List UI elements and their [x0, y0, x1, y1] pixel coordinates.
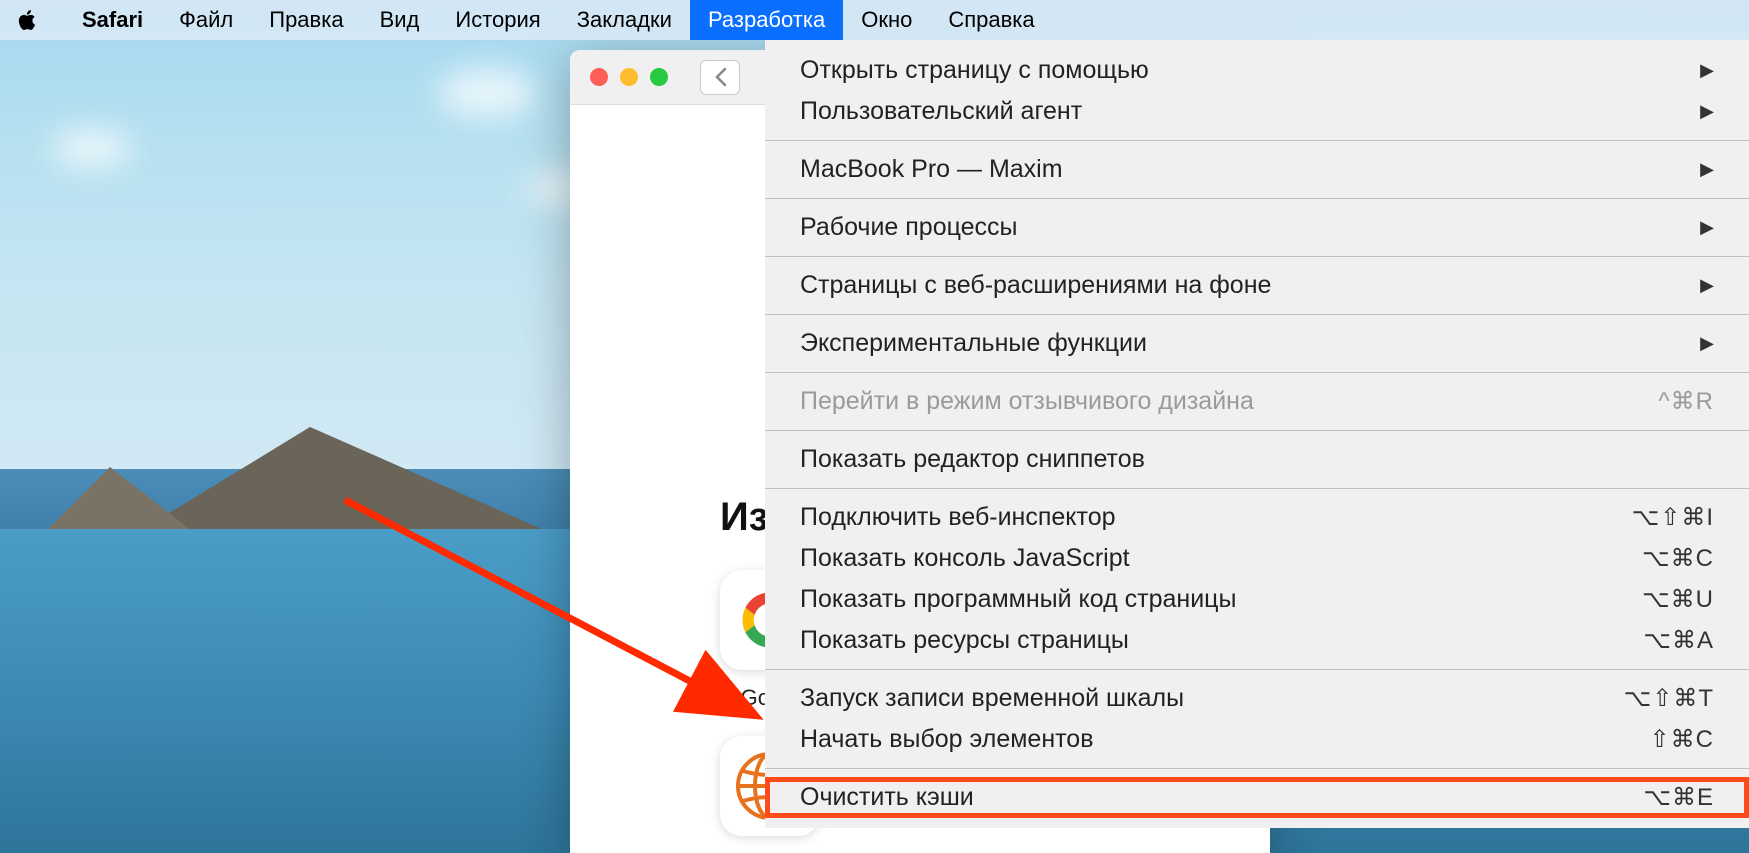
- menu-shortcut: ⌥⌘E: [1643, 783, 1714, 812]
- menu-connect-web-inspector[interactable]: Подключить веб-инспектор ⌥⇧⌘I: [765, 497, 1749, 538]
- chevron-left-icon: [713, 67, 727, 87]
- menu-device[interactable]: MacBook Pro — Maxim ▶: [765, 149, 1749, 190]
- menu-shortcut: ⌥⌘A: [1643, 626, 1714, 655]
- menu-item-label: Показать консоль JavaScript: [800, 544, 1130, 573]
- menu-divider: [765, 198, 1749, 199]
- menu-empty-caches[interactable]: Очистить кэши ⌥⌘E: [765, 777, 1749, 818]
- menubar-file[interactable]: Файл: [161, 0, 251, 40]
- menu-snippet-editor[interactable]: Показать редактор сниппетов: [765, 439, 1749, 480]
- menu-show-page-resources[interactable]: Показать ресурсы страницы ⌥⌘A: [765, 620, 1749, 661]
- minimize-window-button[interactable]: [620, 68, 638, 86]
- menu-user-agent[interactable]: Пользовательский агент ▶: [765, 91, 1749, 132]
- menu-shortcut: ⌥⌘U: [1642, 585, 1714, 614]
- maximize-window-button[interactable]: [650, 68, 668, 86]
- menu-item-label: Показать программный код страницы: [800, 585, 1236, 614]
- menu-divider: [765, 768, 1749, 769]
- chevron-right-icon: ▶: [1700, 101, 1714, 122]
- menubar-help[interactable]: Справка: [930, 0, 1052, 40]
- menu-divider: [765, 140, 1749, 141]
- develop-dropdown-menu: Открыть страницу с помощью ▶ Пользовател…: [765, 40, 1749, 828]
- menubar-bookmarks[interactable]: Закладки: [559, 0, 690, 40]
- traffic-lights: [590, 68, 668, 86]
- close-window-button[interactable]: [590, 68, 608, 86]
- menu-divider: [765, 314, 1749, 315]
- menubar-edit[interactable]: Правка: [251, 0, 361, 40]
- menu-item-label: Открыть страницу с помощью: [800, 56, 1149, 85]
- menubar-window[interactable]: Окно: [843, 0, 930, 40]
- back-button[interactable]: [700, 60, 740, 95]
- menu-shortcut: ⌥⌘C: [1642, 544, 1714, 573]
- menubar-view[interactable]: Вид: [362, 0, 438, 40]
- menu-shortcut: ⇧⌘C: [1650, 725, 1714, 754]
- menu-experimental-features[interactable]: Экспериментальные функции ▶: [765, 323, 1749, 364]
- menu-item-label: Подключить веб-инспектор: [800, 503, 1116, 532]
- menu-item-label: Перейти в режим отзывчивого дизайна: [800, 387, 1254, 416]
- menubar-develop[interactable]: Разработка: [690, 0, 843, 40]
- menu-show-js-console[interactable]: Показать консоль JavaScript ⌥⌘C: [765, 538, 1749, 579]
- menu-shortcut: ⌥⇧⌘T: [1624, 684, 1714, 713]
- menu-divider: [765, 430, 1749, 431]
- menu-divider: [765, 488, 1749, 489]
- menu-item-label: Рабочие процессы: [800, 213, 1018, 242]
- menu-service-workers[interactable]: Рабочие процессы ▶: [765, 207, 1749, 248]
- chevron-right-icon: ▶: [1700, 217, 1714, 238]
- chevron-right-icon: ▶: [1700, 333, 1714, 354]
- menu-item-label: Экспериментальные функции: [800, 329, 1147, 358]
- menu-shortcut: ^⌘R: [1658, 387, 1714, 416]
- apple-logo-icon[interactable]: [15, 8, 39, 32]
- chevron-right-icon: ▶: [1700, 275, 1714, 296]
- menu-divider: [765, 372, 1749, 373]
- menu-extension-bg-pages[interactable]: Страницы с веб-расширениями на фоне ▶: [765, 265, 1749, 306]
- chevron-right-icon: ▶: [1700, 159, 1714, 180]
- menu-item-label: Показать редактор сниппетов: [800, 445, 1145, 474]
- menubar-history[interactable]: История: [437, 0, 558, 40]
- menu-start-timeline-recording[interactable]: Запуск записи временной шкалы ⌥⇧⌘T: [765, 678, 1749, 719]
- menu-item-label: Страницы с веб-расширениями на фоне: [800, 271, 1271, 300]
- menu-responsive-design-mode: Перейти в режим отзывчивого дизайна ^⌘R: [765, 381, 1749, 422]
- menu-divider: [765, 669, 1749, 670]
- menu-item-label: Запуск записи временной шкалы: [800, 684, 1184, 713]
- menu-item-label: Начать выбор элементов: [800, 725, 1093, 754]
- menu-show-page-source[interactable]: Показать программный код страницы ⌥⌘U: [765, 579, 1749, 620]
- menu-item-label: MacBook Pro — Maxim: [800, 155, 1063, 184]
- menu-shortcut: ⌥⇧⌘I: [1632, 503, 1714, 532]
- menu-item-label: Очистить кэши: [800, 783, 974, 812]
- menu-open-page-with[interactable]: Открыть страницу с помощью ▶: [765, 50, 1749, 91]
- menu-item-label: Показать ресурсы страницы: [800, 626, 1129, 655]
- menu-start-element-selection[interactable]: Начать выбор элементов ⇧⌘C: [765, 719, 1749, 760]
- menubar-app-name[interactable]: Safari: [64, 0, 161, 40]
- menu-item-label: Пользовательский агент: [800, 97, 1082, 126]
- menu-divider: [765, 256, 1749, 257]
- menubar: Safari Файл Правка Вид История Закладки …: [0, 0, 1749, 40]
- chevron-right-icon: ▶: [1700, 60, 1714, 81]
